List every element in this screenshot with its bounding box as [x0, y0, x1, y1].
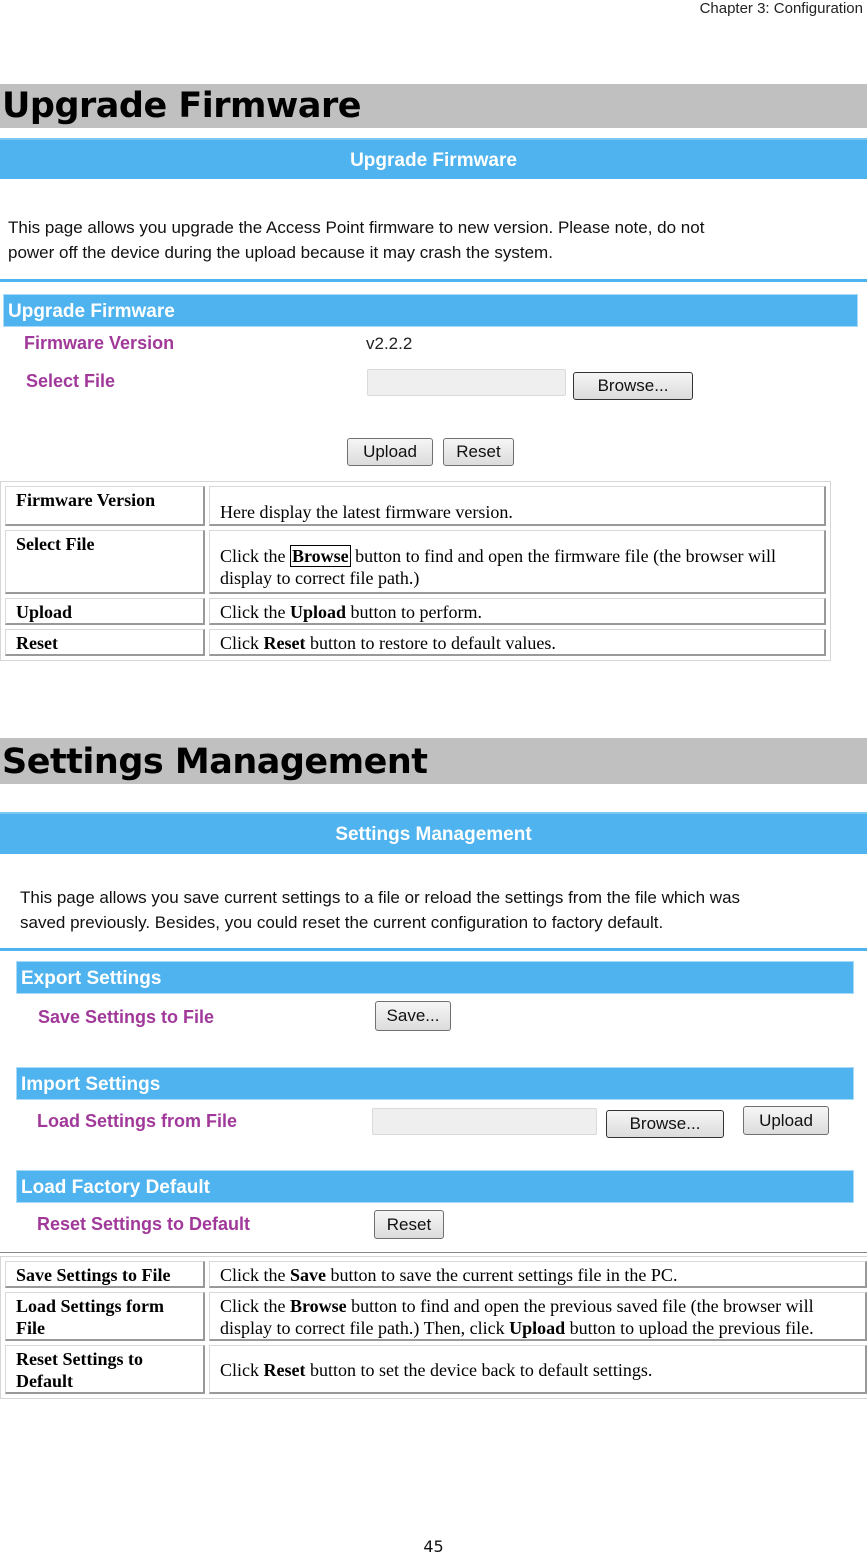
save-button[interactable]: Save...: [375, 1001, 451, 1031]
intro-line: saved previously. Besides, you could res…: [20, 913, 664, 932]
table-desc: Click Reset button to restore to default…: [209, 629, 826, 656]
section-bar-import: Import Settings: [16, 1067, 854, 1100]
upload-button[interactable]: Upload: [743, 1106, 829, 1135]
table-row: Firmware Version Here display the latest…: [5, 486, 826, 526]
table-row: Upload Click the Upload button to perfor…: [5, 598, 826, 625]
reset-button[interactable]: Reset: [443, 438, 514, 466]
section-heading-settings: Settings Management: [0, 738, 867, 784]
reset-settings-label: Reset Settings to Default: [37, 1214, 251, 1234]
bold-term: Upload: [290, 602, 347, 622]
table-key: Upload: [5, 598, 205, 625]
divider: [0, 279, 867, 282]
intro-text: This page allows you save current settin…: [20, 885, 740, 935]
table-desc: Click the Save button to save the curren…: [209, 1261, 867, 1288]
table-row: Save Settings to File Click the Save but…: [5, 1261, 867, 1288]
settings-description-table: Save Settings to File Click the Save but…: [0, 1256, 867, 1399]
chapter-header: Chapter 3: Configuration: [699, 0, 863, 17]
browse-button[interactable]: Browse...: [606, 1110, 724, 1138]
select-file-label: Select File: [26, 371, 116, 391]
table-key: Select File: [5, 530, 205, 594]
section-bar-upgrade: Upgrade Firmware: [3, 294, 858, 327]
upgrade-description-table: Firmware Version Here display the latest…: [0, 481, 831, 661]
table-desc: Click the Browse button to find and open…: [209, 530, 826, 594]
upload-button[interactable]: Upload: [347, 438, 433, 466]
bold-term: Browse: [290, 545, 351, 567]
divider: [0, 948, 867, 951]
table-key: Reset Settings to Default: [5, 1345, 205, 1394]
table-key: Reset: [5, 629, 205, 656]
select-file-input[interactable]: [367, 369, 566, 396]
table-row: Reset Settings to Default Click Reset bu…: [5, 1345, 867, 1394]
table-row: Select File Click the Browse button to f…: [5, 530, 826, 594]
page-number: 45: [423, 1537, 444, 1556]
table-desc: Click Reset button to set the device bac…: [209, 1345, 867, 1394]
intro-line: This page allows you upgrade the Access …: [8, 218, 705, 237]
screen-title: Settings Management: [0, 812, 867, 854]
table-row: Load Settings form File Click the Browse…: [5, 1292, 867, 1341]
bold-term: Save: [290, 1265, 326, 1285]
bold-term: Browse: [290, 1296, 347, 1316]
divider: [0, 1252, 867, 1253]
firmware-version-label: Firmware Version: [24, 333, 175, 353]
load-file-input[interactable]: [372, 1108, 597, 1135]
intro-text: This page allows you upgrade the Access …: [8, 215, 704, 265]
table-key: Firmware Version: [5, 486, 205, 526]
save-settings-label: Save Settings to File: [38, 1007, 215, 1027]
screen-title: Upgrade Firmware: [0, 138, 867, 179]
bold-term: Upload: [509, 1318, 566, 1338]
firmware-version-value: v2.2.2: [366, 334, 413, 353]
intro-line: This page allows you save current settin…: [20, 888, 741, 907]
section-bar-export: Export Settings: [16, 961, 854, 994]
bold-term: Reset: [263, 633, 306, 653]
table-desc: Click the Browse button to find and open…: [209, 1292, 867, 1341]
table-key: Load Settings form File: [5, 1292, 205, 1341]
section-heading-upgrade: Upgrade Firmware: [0, 84, 867, 128]
load-settings-label: Load Settings from File: [37, 1111, 238, 1131]
table-row: Reset Click Reset button to restore to d…: [5, 629, 826, 656]
table-desc: Click the Upload button to perform.: [209, 598, 826, 625]
bold-term: Reset: [263, 1360, 306, 1380]
intro-line: power off the device during the upload b…: [8, 243, 553, 262]
browse-button[interactable]: Browse...: [573, 372, 693, 400]
table-key: Save Settings to File: [5, 1261, 205, 1288]
table-desc: Here display the latest firmware version…: [209, 486, 826, 526]
section-bar-factory: Load Factory Default: [16, 1170, 854, 1203]
reset-button[interactable]: Reset: [374, 1210, 444, 1239]
